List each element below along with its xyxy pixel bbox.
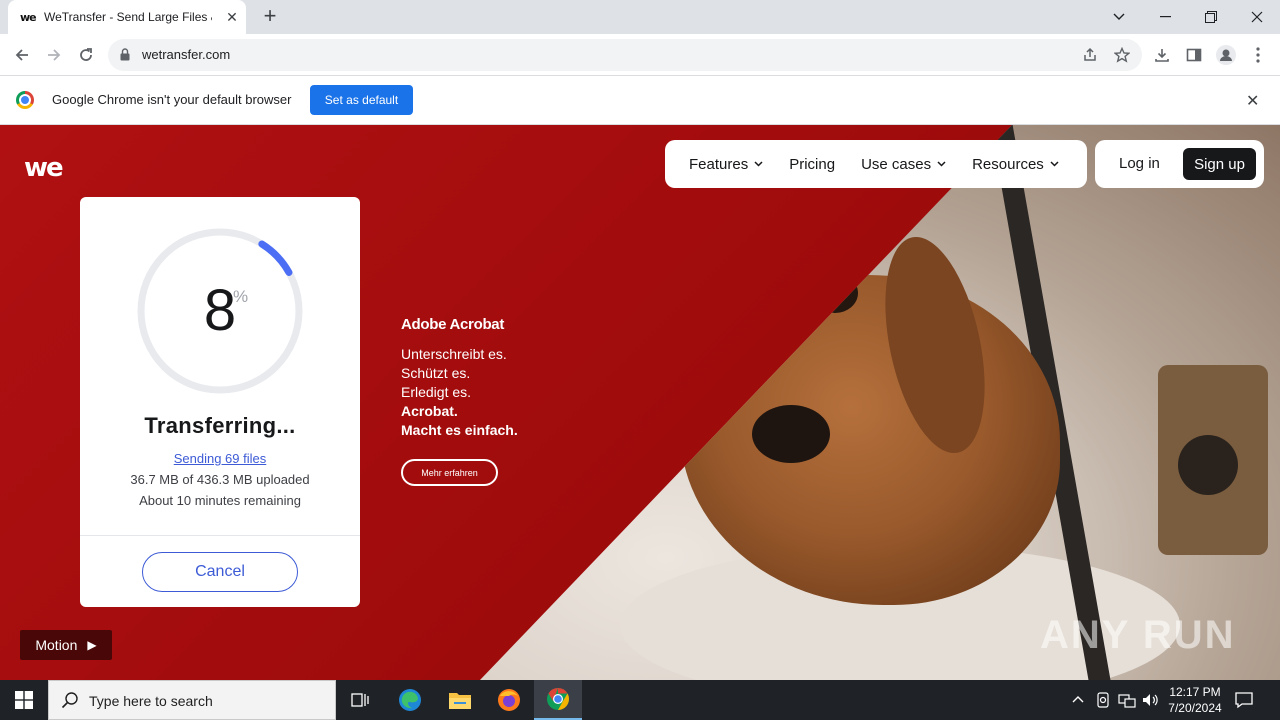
search-placeholder: Type here to search [89,693,213,709]
restore-button[interactable] [1188,0,1234,34]
ad-learn-more-button[interactable]: Mehr erfahren [401,459,498,486]
firefox-icon[interactable] [485,680,533,720]
volume-icon[interactable] [1142,692,1160,711]
auth-nav: Log in Sign up [1095,140,1264,188]
bookmark-star-icon[interactable] [1112,45,1132,65]
ad-line: Erledigt es. [401,384,472,400]
url-text[interactable]: wetransfer.com [142,47,230,62]
percent-sign: % [233,287,249,306]
file-explorer-icon[interactable] [436,680,484,720]
clock-time: 12:17 PM [1169,685,1221,699]
tab-close-icon[interactable]: ✕ [224,9,240,25]
windows-logo-icon [15,691,33,709]
windows-taskbar: Type here to search 12:17 PM 7/20/2024 [0,680,1280,720]
progress-percent: 8 % [80,277,360,344]
start-button[interactable] [0,680,48,720]
system-clock[interactable]: 12:17 PM 7/20/2024 [1160,684,1230,716]
close-window-button[interactable] [1234,0,1280,34]
set-as-default-button[interactable]: Set as default [310,85,413,115]
tab-title: WeTransfer - Send Large Files & [44,10,212,24]
card-divider [80,535,360,536]
ad-line-bold: Macht es einfach. [401,422,518,438]
nav-pricing-label: Pricing [789,155,836,173]
network-icon[interactable] [1118,692,1136,711]
anyrun-watermark: ANY RUN [1040,613,1236,657]
chrome-taskbar-icon[interactable] [534,680,582,720]
show-hidden-icons-chevron-icon[interactable] [1072,692,1084,706]
notification-icon[interactable] [1234,690,1254,715]
wetransfer-logo[interactable]: we [24,153,64,183]
new-tab-button[interactable]: + [258,5,282,29]
nav-features-label: Features [689,155,749,173]
share-icon[interactable] [1080,45,1100,65]
time-remaining: About 10 minutes remaining [139,493,301,508]
transfer-card: 8 % Transferring... Sending 69 files 36.… [80,197,360,607]
chrome-logo-icon [16,91,34,109]
task-view-icon[interactable] [336,680,384,720]
cancel-button[interactable]: Cancel [142,552,298,592]
profile-avatar-icon[interactable] [1215,44,1237,66]
sending-files-link[interactable]: Sending 69 files [80,451,360,466]
forward-button[interactable] [41,42,67,68]
default-browser-infobar: Google Chrome isn't your default browser… [0,76,1280,125]
reload-button[interactable] [73,42,99,68]
wetransfer-page: we Features Pricing Use cases Resources … [0,125,1280,680]
wetransfer-favicon-icon: we [20,10,37,24]
chevron-down-icon [937,159,946,169]
play-icon: ▶ [87,638,97,652]
ad-brand[interactable]: Adobe Acrobat [401,316,504,333]
motion-label: Motion [35,637,78,653]
side-panel-icon[interactable] [1183,44,1205,66]
menu-kebab-icon[interactable] [1247,44,1269,66]
nav-resources[interactable]: Resources [972,156,1059,173]
edge-icon[interactable] [386,680,434,720]
device-icon[interactable] [1096,692,1110,711]
main-nav: Features Pricing Use cases Resources [665,140,1087,188]
percent-value: 8 [203,278,237,343]
ad-line: Unterschreibt es. [401,346,507,362]
chevron-down-icon [1050,159,1059,169]
search-icon [61,691,79,714]
nav-use-cases[interactable]: Use cases [861,156,946,173]
tab-search-chevron-icon[interactable] [1096,0,1142,34]
download-icon[interactable] [1151,44,1173,66]
back-button[interactable] [9,42,35,68]
taskbar-search[interactable]: Type here to search [48,680,336,720]
infobar-close-icon[interactable]: ✕ [1246,91,1259,111]
signup-button[interactable]: Sign up [1183,148,1256,180]
clock-date: 7/20/2024 [1168,701,1222,715]
ad-line-bold: Acrobat. [401,403,458,419]
login-link[interactable]: Log in [1119,155,1160,172]
browser-toolbar: wetransfer.com [0,34,1280,76]
transfer-status: Transferring... [144,413,296,438]
ad-line: Schützt es. [401,365,471,381]
nav-features[interactable]: Features [689,156,763,173]
tab-wetransfer[interactable]: we WeTransfer - Send Large Files & ✕ [8,0,246,34]
address-bar[interactable]: wetransfer.com [108,39,1142,71]
motion-toggle-button[interactable]: Motion ▶ [20,630,112,660]
nav-use-cases-label: Use cases [861,155,932,173]
lock-icon[interactable] [120,48,130,66]
nav-resources-label: Resources [972,155,1044,173]
uploaded-amount: 36.7 MB of 436.3 MB uploaded [130,472,310,487]
minimize-button[interactable] [1142,0,1188,34]
infobar-message: Google Chrome isn't your default browser [52,92,292,107]
chevron-down-icon [754,159,763,169]
nav-pricing[interactable]: Pricing [789,156,835,173]
tab-strip: we WeTransfer - Send Large Files & ✕ + [0,0,1280,34]
